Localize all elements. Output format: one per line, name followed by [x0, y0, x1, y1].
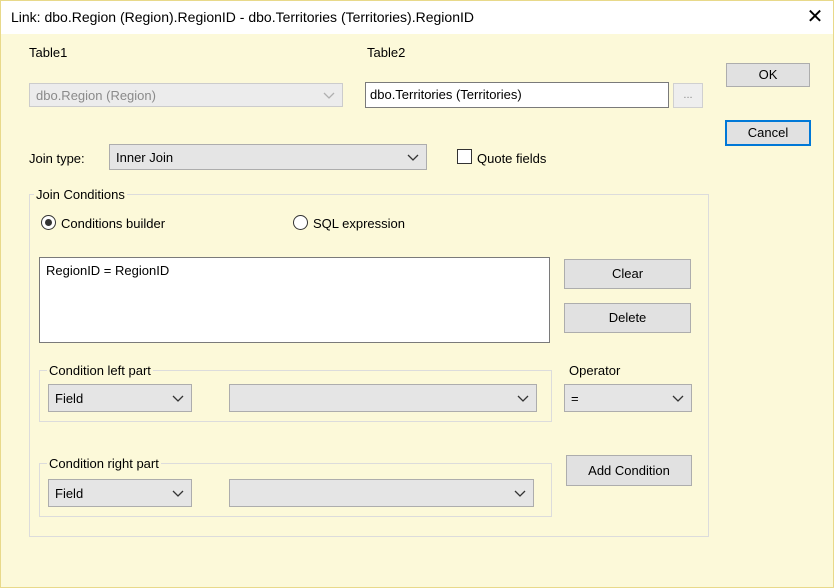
left-type-value: Field — [55, 391, 84, 406]
table1-label: Table1 — [29, 45, 68, 60]
table2-browse-button: ... — [673, 83, 703, 108]
window-title: Link: dbo.Region (Region).RegionID - dbo… — [11, 9, 474, 25]
list-item[interactable]: RegionID = RegionID — [46, 263, 169, 278]
table2-field[interactable]: dbo.Territories (Territories) — [365, 82, 669, 108]
delete-button[interactable]: Delete — [564, 303, 691, 333]
conditions-list[interactable]: RegionID = RegionID — [39, 257, 550, 343]
chevron-down-icon — [407, 154, 419, 161]
table2-label: Table2 — [367, 45, 406, 60]
close-icon[interactable]: ✕ — [803, 5, 827, 29]
condition-left-label: Condition left part — [47, 363, 153, 378]
left-field-select[interactable] — [229, 384, 537, 412]
condition-right-label: Condition right part — [47, 456, 161, 471]
chevron-down-icon — [172, 395, 184, 402]
chevron-down-icon — [517, 395, 529, 402]
left-type-select[interactable]: Field — [48, 384, 192, 412]
right-field-select[interactable] — [229, 479, 534, 507]
chevron-down-icon — [672, 395, 684, 402]
clear-label: Clear — [611, 266, 644, 281]
cancel-label: Cancel — [747, 125, 789, 140]
conditions-builder-label: Conditions builder — [61, 216, 166, 231]
right-type-select[interactable]: Field — [48, 479, 192, 507]
join-type-label: Join type: — [29, 151, 85, 166]
operator-select[interactable]: = — [564, 384, 692, 412]
add-condition-button[interactable]: Add Condition — [566, 455, 692, 486]
title-bar: Link: dbo.Region (Region).RegionID - dbo… — [1, 1, 833, 34]
table1-value: dbo.Region (Region) — [36, 88, 156, 103]
join-conditions-label: Join Conditions — [34, 187, 127, 202]
ok-button[interactable]: OK — [726, 63, 810, 87]
sql-expression-radio[interactable] — [293, 215, 308, 230]
right-type-value: Field — [55, 486, 84, 501]
join-type-value: Inner Join — [116, 150, 174, 165]
delete-label: Delete — [608, 310, 647, 325]
chevron-down-icon — [323, 92, 335, 99]
conditions-builder-radio[interactable] — [41, 215, 56, 230]
chevron-down-icon — [514, 490, 526, 497]
clear-button[interactable]: Clear — [564, 259, 691, 289]
quote-fields-label: Quote fields — [477, 151, 547, 166]
ok-label: OK — [758, 67, 778, 82]
quote-fields-checkbox[interactable] — [457, 149, 472, 164]
sql-expression-label: SQL expression — [313, 216, 406, 231]
operator-label: Operator — [569, 363, 621, 378]
chevron-down-icon — [172, 490, 184, 497]
cancel-button[interactable]: Cancel — [725, 120, 811, 146]
table2-value: dbo.Territories (Territories) — [370, 87, 522, 102]
join-type-select[interactable]: Inner Join — [109, 144, 427, 170]
link-dialog: Link: dbo.Region (Region).RegionID - dbo… — [0, 0, 834, 588]
table1-combo: dbo.Region (Region) — [29, 83, 343, 107]
browse-label: ... — [683, 89, 693, 101]
radio-selected-dot — [45, 219, 52, 226]
operator-value: = — [571, 391, 579, 406]
add-condition-label: Add Condition — [588, 463, 670, 478]
